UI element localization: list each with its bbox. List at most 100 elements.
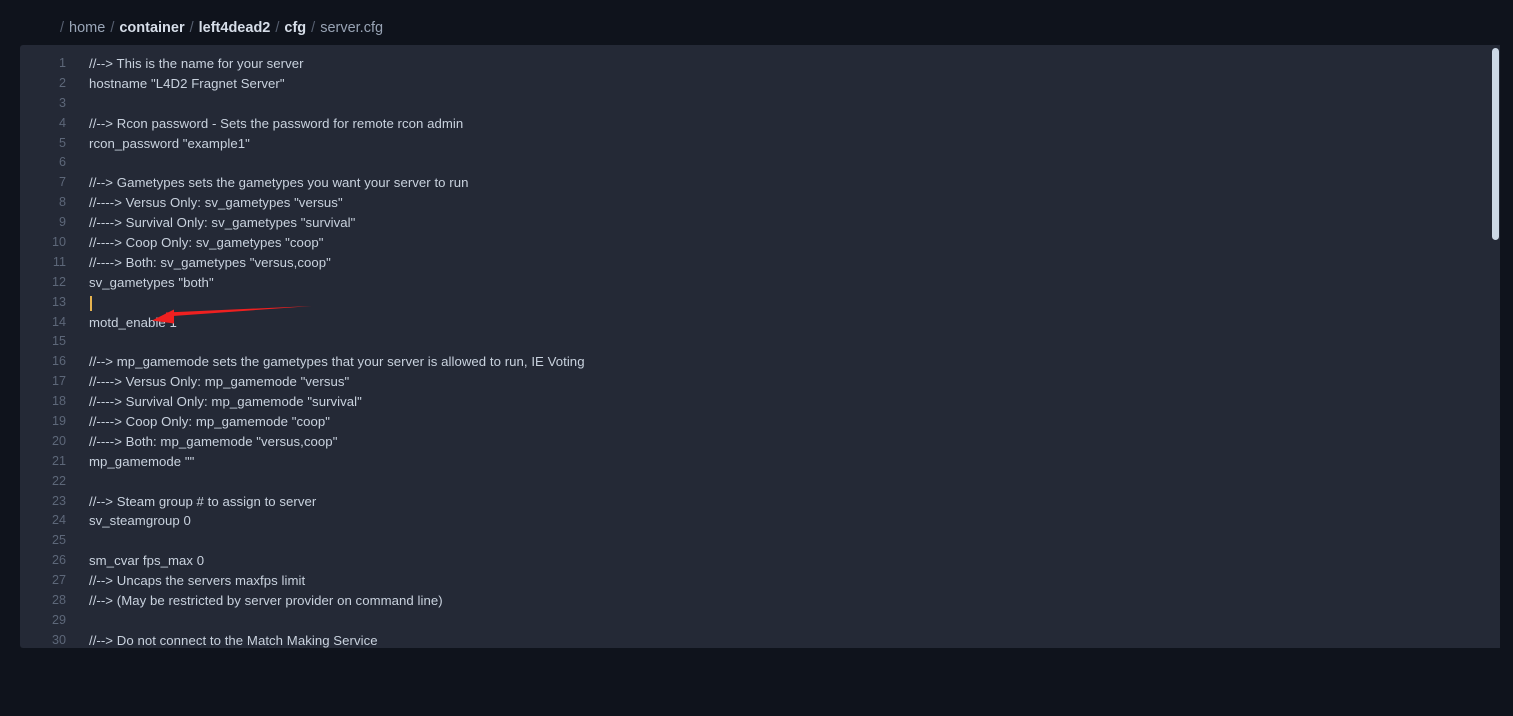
editor-footer-toolbar: Plain Text Save Content xyxy=(0,648,1513,716)
line-number: 28 xyxy=(51,593,66,608)
breadcrumb: / home / container / left4dead2 / cfg / … xyxy=(60,18,383,38)
line-number: 17 xyxy=(51,374,66,389)
line-text: //----> Versus Only: sv_gametypes "versu… xyxy=(89,195,343,211)
code-line[interactable]: 17 //----> Versus Only: mp_gamemode "vers… xyxy=(20,372,1500,392)
line-number: 27 xyxy=(51,573,66,588)
line-text: //--> Uncaps the servers maxfps limit xyxy=(89,573,306,589)
code-line[interactable]: 1 //--> This is the name for your server xyxy=(20,54,1500,74)
code-line[interactable]: 18 //----> Survival Only: mp_gamemode "su… xyxy=(20,392,1500,412)
line-text: //----> Survival Only: mp_gamemode "surv… xyxy=(89,394,362,410)
line-number: 29 xyxy=(51,612,66,627)
line-text: sm_cvar fps_max 0 xyxy=(89,553,205,569)
code-line[interactable]: 23 //--> Steam group # to assign to serve… xyxy=(20,492,1500,512)
line-text: //----> Both: sv_gametypes "versus,coop" xyxy=(89,254,331,270)
code-line[interactable]: 2 hostname "L4D2 Fragnet Server" xyxy=(20,74,1500,94)
line-number: 13 xyxy=(51,294,66,309)
line-number: 1 xyxy=(58,56,66,70)
line-number: 7 xyxy=(58,175,66,190)
line-text: //--> Gametypes sets the gametypes you w… xyxy=(89,175,469,191)
breadcrumb-item-current-file: server.cfg xyxy=(320,20,384,36)
code-line[interactable]: 24 sv_steamgroup 0 xyxy=(20,511,1500,531)
breadcrumb-separator-leading: / xyxy=(60,20,65,36)
line-text: //--> Do not connect to the Match Making… xyxy=(89,632,378,648)
line-text: rcon_password "example1" xyxy=(89,135,250,151)
breadcrumb-separator-4: / xyxy=(311,20,316,36)
code-line[interactable]: 28 //--> (May be restricted by server pro… xyxy=(20,591,1500,611)
code-line[interactable]: 26 sm_cvar fps_max 0 xyxy=(20,551,1500,571)
code-line[interactable]: 25 xyxy=(20,531,1500,551)
line-text: //--> This is the name for your server xyxy=(89,56,304,71)
breadcrumb-item-left4dead2[interactable]: left4dead2 xyxy=(199,18,271,38)
line-text: //----> Versus Only: mp_gamemode "versus… xyxy=(89,374,350,390)
breadcrumb-item-cfg[interactable]: cfg xyxy=(284,18,306,38)
line-number: 26 xyxy=(51,553,66,568)
line-text: //----> Both: mp_gamemode "versus,coop" xyxy=(89,433,338,449)
code-editor-content[interactable]: 1 //--> This is the name for your server 2… xyxy=(20,45,1500,648)
editor-scrollbar-thumb[interactable] xyxy=(1492,48,1499,240)
code-line[interactable]: 19 //----> Coop Only: mp_gamemode "coop" xyxy=(20,412,1500,432)
line-number: 21 xyxy=(51,453,66,468)
line-number: 22 xyxy=(51,473,66,488)
code-line[interactable]: 15 xyxy=(20,332,1500,352)
line-text: sv_gametypes "both" xyxy=(89,274,214,290)
breadcrumb-separator-1: / xyxy=(110,20,115,36)
line-number: 5 xyxy=(58,135,66,150)
line-number: 2 xyxy=(58,75,66,90)
code-line[interactable]: 12 sv_gametypes "both" xyxy=(20,273,1500,293)
code-line[interactable]: 13 xyxy=(20,293,1500,313)
code-line[interactable]: 21 mp_gamemode "" xyxy=(20,452,1500,472)
line-number: 3 xyxy=(58,95,66,110)
line-number: 11 xyxy=(52,254,66,269)
line-number: 20 xyxy=(51,433,66,448)
code-line[interactable]: 27 //--> Uncaps the servers maxfps limit xyxy=(20,571,1500,591)
code-line[interactable]: 20 //----> Both: mp_gamemode "versus,coop… xyxy=(20,432,1500,452)
code-line[interactable]: 8 //----> Versus Only: sv_gametypes "vers… xyxy=(20,193,1500,213)
line-text: //--> (May be restricted by server provi… xyxy=(89,593,443,609)
line-number: 12 xyxy=(51,274,66,289)
code-line[interactable]: 7 //--> Gametypes sets the gametypes you … xyxy=(20,173,1500,193)
line-number: 24 xyxy=(51,513,66,528)
code-line[interactable]: 10 //----> Coop Only: sv_gametypes "coop" xyxy=(20,233,1500,253)
line-number: 23 xyxy=(51,493,66,508)
line-text: //----> Coop Only: sv_gametypes "coop" xyxy=(89,235,324,251)
line-number: 19 xyxy=(51,414,66,429)
line-text: //--> Rcon password - Sets the password … xyxy=(89,115,464,131)
code-line[interactable]: 3 xyxy=(20,94,1500,114)
code-line[interactable]: 11 //----> Both: sv_gametypes "versus,coo… xyxy=(20,253,1500,273)
code-line[interactable]: 22 xyxy=(20,472,1500,492)
breadcrumb-item-container[interactable]: container xyxy=(119,18,184,38)
line-number: 14 xyxy=(51,314,66,329)
code-line[interactable]: 6 xyxy=(20,153,1500,173)
breadcrumb-separator-2: / xyxy=(189,20,194,36)
line-number: 25 xyxy=(51,533,66,548)
line-number: 18 xyxy=(51,394,66,409)
code-line[interactable]: 16 //--> mp_gamemode sets the gametypes t… xyxy=(20,352,1500,372)
code-line[interactable]: 14 motd_enable 1 xyxy=(20,313,1500,333)
breadcrumb-separator-3: / xyxy=(275,20,280,36)
line-text: motd_enable 1 xyxy=(89,314,177,330)
text-cursor xyxy=(90,295,92,311)
line-text: //--> Steam group # to assign to server xyxy=(89,493,317,509)
code-line[interactable]: 30 //--> Do not connect to the Match Maki… xyxy=(20,631,1500,648)
line-number: 8 xyxy=(58,195,66,210)
line-number: 9 xyxy=(58,215,66,230)
line-number: 16 xyxy=(51,354,66,369)
line-text: //----> Survival Only: sv_gametypes "sur… xyxy=(89,215,356,231)
code-line[interactable]: 29 xyxy=(20,611,1500,631)
line-number: 30 xyxy=(51,632,66,647)
editor-scrollbar[interactable] xyxy=(1480,45,1500,648)
line-number: 4 xyxy=(58,115,66,130)
line-number: 15 xyxy=(51,334,66,349)
code-line[interactable]: 9 //----> Survival Only: sv_gametypes "su… xyxy=(20,213,1500,233)
line-text: //--> mp_gamemode sets the gametypes tha… xyxy=(89,354,585,370)
breadcrumb-item-home[interactable]: home xyxy=(69,18,105,38)
code-editor-panel[interactable]: 1 //--> This is the name for your server 2… xyxy=(20,45,1500,648)
line-number: 6 xyxy=(58,155,66,170)
code-line[interactable]: 5 rcon_password "example1" xyxy=(20,134,1500,154)
code-line[interactable]: 4 //--> Rcon password - Sets the password… xyxy=(20,114,1500,134)
line-number: 10 xyxy=(51,235,66,250)
line-text: mp_gamemode "" xyxy=(89,453,195,469)
line-text: //----> Coop Only: mp_gamemode "coop" xyxy=(89,414,330,430)
line-text: hostname "L4D2 Fragnet Server" xyxy=(89,75,285,91)
file-editor-page: / home / container / left4dead2 / cfg / … xyxy=(0,0,1513,716)
